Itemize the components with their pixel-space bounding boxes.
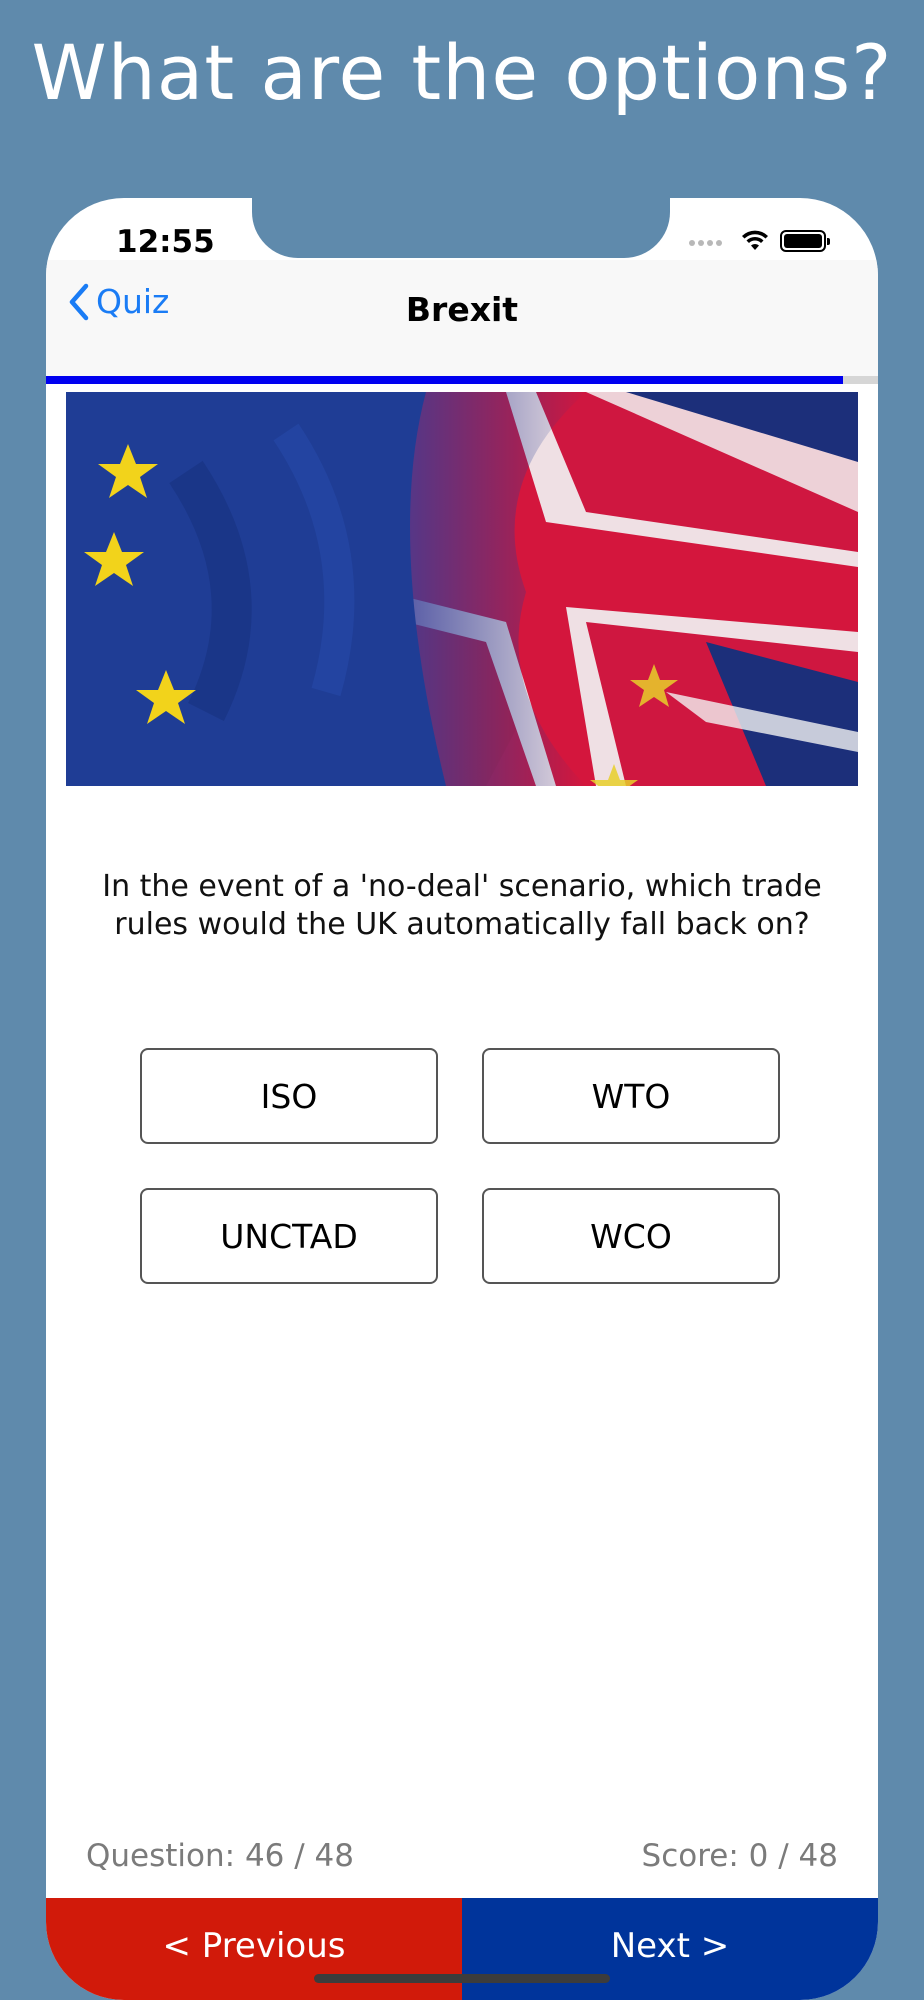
- flag-hero-image: [66, 392, 858, 786]
- eu-uk-flags-illustration: [66, 392, 858, 786]
- wifi-icon: [742, 230, 768, 250]
- status-time: 12:55: [116, 224, 215, 260]
- promo-title: What are the options?: [31, 28, 893, 117]
- cellular-signal-icon: [689, 240, 722, 246]
- nav-title: Brexit: [405, 290, 519, 329]
- answer-button-4[interactable]: WCO: [482, 1188, 780, 1284]
- question-text: In the event of a 'no-deal' scenario, wh…: [102, 869, 822, 942]
- quiz-progress-fill: [46, 376, 844, 384]
- answer-button-2[interactable]: WTO: [482, 1048, 780, 1144]
- navigation-bar: Quiz Brexit: [46, 260, 878, 376]
- device-notch: [252, 198, 670, 258]
- phone-screen: 12:55 Quiz Brexit In the event of a 'no-…: [46, 198, 878, 2000]
- answer-button-1[interactable]: ISO: [140, 1048, 438, 1144]
- question-counter: Question: 46 / 48: [86, 1838, 354, 1874]
- previous-button[interactable]: < Previous: [46, 1898, 462, 2000]
- score-label: Score: 0 / 48: [641, 1838, 838, 1874]
- battery-icon: [780, 230, 830, 252]
- next-button[interactable]: Next >: [462, 1898, 878, 2000]
- home-indicator[interactable]: [314, 1974, 610, 1983]
- answer-button-3[interactable]: UNCTAD: [140, 1188, 438, 1284]
- bottom-navigation: < Previous Next >: [46, 1898, 878, 2000]
- quiz-progress-bar: [46, 376, 878, 384]
